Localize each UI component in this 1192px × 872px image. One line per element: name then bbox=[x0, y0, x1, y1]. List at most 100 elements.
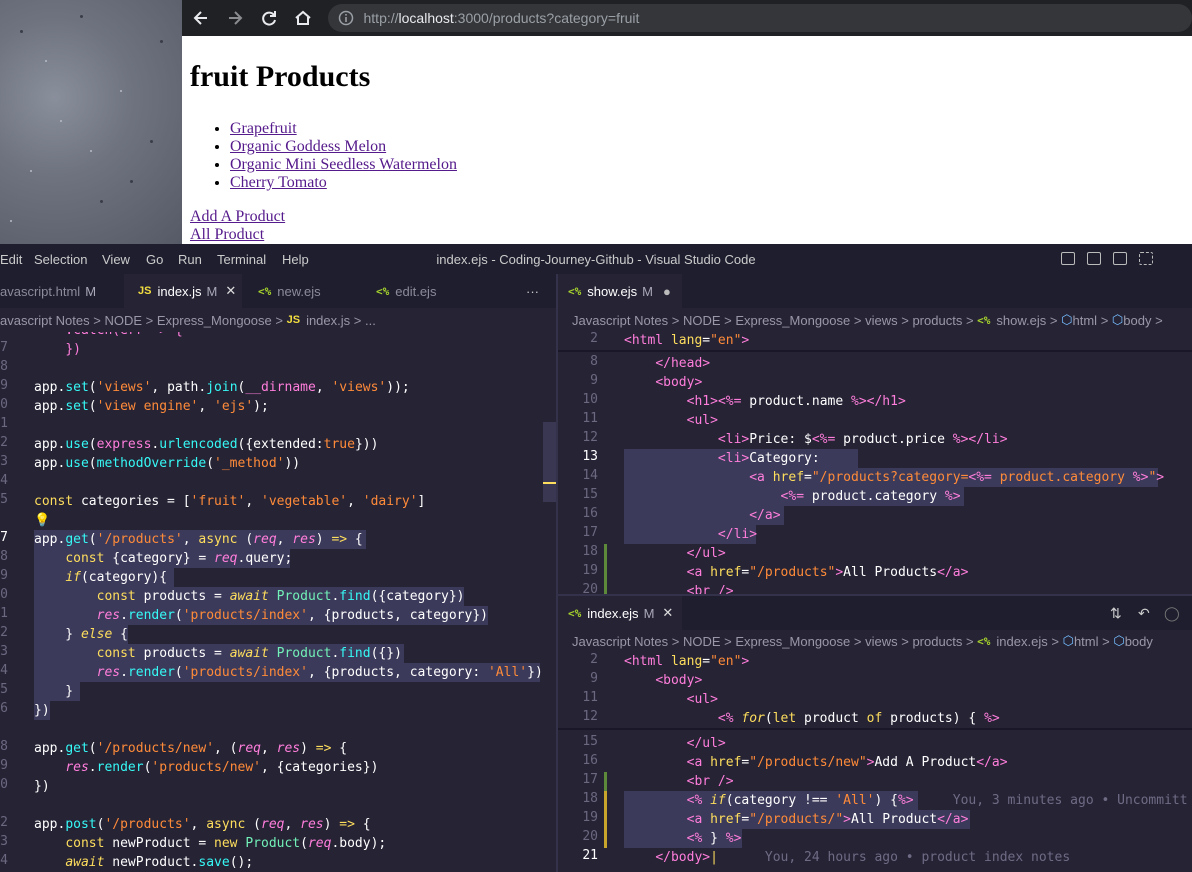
modified-badge: M bbox=[642, 283, 653, 299]
line-number: 0 bbox=[0, 587, 8, 602]
all-product-link[interactable]: All Product bbox=[190, 226, 457, 244]
line-number: 6 bbox=[0, 701, 8, 716]
unsaved-dot-icon[interactable]: ● bbox=[663, 284, 671, 299]
list-item: Grapefruit bbox=[230, 120, 457, 138]
tab-javascript-html[interactable]: avascript.html M bbox=[0, 274, 124, 308]
breadcrumb-item[interactable]: products bbox=[912, 313, 962, 328]
next-change-icon[interactable]: ◯ bbox=[1164, 596, 1180, 630]
breadcrumb: Javascript Notes > NODE > Express_Mongoo… bbox=[572, 309, 1192, 331]
product-link[interactable]: Cherry Tomato bbox=[230, 174, 327, 191]
line-number: 9 bbox=[590, 671, 598, 686]
page-content: fruit Products Grapefruit Organic Goddes… bbox=[190, 36, 457, 244]
add-product-link[interactable]: Add A Product bbox=[190, 208, 457, 226]
line-number: 18 bbox=[582, 544, 598, 559]
line-number: 18 bbox=[582, 791, 598, 806]
breadcrumb-item[interactable]: products bbox=[912, 634, 962, 649]
back-button[interactable] bbox=[186, 3, 216, 33]
toggle-sidebar-icon[interactable] bbox=[1061, 252, 1075, 265]
tab-new-ejs[interactable]: <% new.ejs bbox=[244, 274, 362, 308]
breadcrumb-item[interactable]: views bbox=[865, 634, 898, 649]
product-link[interactable]: Organic Goddess Melon bbox=[230, 138, 386, 155]
line-number: 8 bbox=[0, 739, 8, 754]
right-bottom-code-editor[interactable]: 2 9 11 12 15 16 17 18 19 20 21 <html lan… bbox=[558, 652, 1192, 872]
breadcrumb-item[interactable]: NODE bbox=[683, 634, 721, 649]
menu-run[interactable]: Run bbox=[178, 252, 202, 267]
menu-go[interactable]: Go bbox=[146, 252, 163, 267]
breadcrumb-item[interactable]: Express_Mongoose bbox=[735, 313, 850, 328]
more-actions-icon[interactable]: ··· bbox=[526, 274, 539, 308]
open-changes-icon[interactable]: ⇅ bbox=[1110, 596, 1122, 630]
previous-change-icon[interactable]: ↶ bbox=[1138, 596, 1150, 630]
breadcrumb-item[interactable]: html bbox=[1074, 634, 1099, 649]
line-number: 21 bbox=[582, 848, 598, 863]
product-link[interactable]: Grapefruit bbox=[230, 120, 297, 137]
right-top-code-editor[interactable]: 2 8 9 10 11 12 13 14 15 16 17 18 19 20 <… bbox=[558, 332, 1192, 594]
tab-edit-ejs[interactable]: <% edit.ejs bbox=[362, 274, 480, 308]
close-icon[interactable]: ✕ bbox=[225, 283, 236, 299]
breadcrumb-item[interactable]: Express_Mongoose bbox=[157, 313, 272, 328]
tab-index-ejs[interactable]: <% index.ejs M ✕ bbox=[558, 596, 682, 630]
address-bar[interactable]: http://localhost:3000/products?category=… bbox=[327, 4, 1192, 32]
menu-help[interactable]: Help bbox=[282, 252, 309, 267]
scrollbar[interactable] bbox=[543, 422, 556, 502]
close-icon[interactable]: ✕ bbox=[662, 605, 673, 621]
reload-icon bbox=[261, 11, 276, 26]
tab-show-ejs[interactable]: <% show.ejs M ● bbox=[558, 274, 682, 308]
line-number: 4 bbox=[0, 473, 8, 488]
line-number: 16 bbox=[582, 753, 598, 768]
list-item: Organic Mini Seedless Watermelon bbox=[230, 156, 457, 174]
line-number: 3 bbox=[0, 834, 8, 849]
line-number: 17 bbox=[582, 525, 598, 540]
line-number: 17 bbox=[582, 772, 598, 787]
url-scheme: http:// bbox=[363, 10, 399, 26]
breadcrumb-item[interactable]: avascript Notes bbox=[0, 313, 90, 328]
forward-button[interactable] bbox=[220, 3, 250, 33]
customize-layout-icon[interactable] bbox=[1139, 252, 1153, 265]
breadcrumb-item[interactable]: index.js bbox=[306, 313, 350, 328]
line-number: 7 bbox=[0, 340, 8, 355]
line-number: 12 bbox=[582, 430, 598, 445]
menu-selection[interactable]: Selection bbox=[34, 252, 87, 267]
breadcrumb-item[interactable]: Javascript Notes bbox=[572, 313, 668, 328]
right-bottom-tab-bar: <% index.ejs M ✕ ⇅ ↶ ◯ bbox=[558, 596, 1192, 630]
breadcrumb-separator: > bbox=[853, 312, 862, 328]
line-number: 3 bbox=[0, 454, 8, 469]
breadcrumb-item[interactable]: NODE bbox=[104, 313, 142, 328]
toggle-panel-icon[interactable] bbox=[1087, 252, 1101, 265]
toggle-secondary-sidebar-icon[interactable] bbox=[1113, 252, 1127, 265]
breadcrumb-item[interactable]: views bbox=[865, 313, 898, 328]
line-number: 0 bbox=[0, 397, 8, 412]
breadcrumb-separator: > bbox=[671, 633, 680, 649]
breadcrumb-item[interactable]: body bbox=[1123, 313, 1151, 328]
tab-index-js[interactable]: JS index.js M ✕ bbox=[124, 274, 242, 308]
tab-label: avascript.html bbox=[0, 283, 81, 299]
breadcrumb-item[interactable]: Javascript Notes bbox=[572, 634, 668, 649]
line-number: 7 bbox=[0, 530, 8, 545]
line-number: 12 bbox=[582, 709, 598, 724]
breadcrumb-item[interactable]: body bbox=[1125, 634, 1153, 649]
line-number: 2 bbox=[0, 625, 8, 640]
breadcrumb-separator: > bbox=[93, 312, 101, 328]
home-button[interactable] bbox=[288, 3, 318, 33]
line-number: 14 bbox=[582, 468, 598, 483]
page-title: fruit Products bbox=[190, 60, 371, 93]
menu-edit[interactable]: Edit bbox=[0, 252, 22, 267]
breadcrumb-item[interactable]: index.ejs bbox=[996, 634, 1047, 649]
left-code-editor[interactable]: 7 8 9 0 1 2 3 4 5 7 8 9 0 1 2 3 4 5 6 8 … bbox=[0, 332, 556, 872]
breadcrumb-item[interactable]: ... bbox=[365, 313, 376, 328]
cube-icon: ⬡ bbox=[1062, 633, 1074, 648]
breadcrumb-separator: > bbox=[1049, 312, 1058, 328]
breadcrumb-item[interactable]: NODE bbox=[683, 313, 721, 328]
line-number: 20 bbox=[582, 582, 598, 594]
menu-terminal[interactable]: Terminal bbox=[217, 252, 266, 267]
breadcrumb-item[interactable]: html bbox=[1073, 313, 1098, 328]
desktop-wallpaper bbox=[0, 0, 182, 244]
reload-button[interactable] bbox=[254, 3, 284, 33]
breadcrumb-item[interactable]: show.ejs bbox=[996, 313, 1046, 328]
cube-icon: ⬡ bbox=[1111, 312, 1124, 327]
line-number: 5 bbox=[0, 492, 8, 507]
menu-view[interactable]: View bbox=[102, 252, 130, 267]
product-link[interactable]: Organic Mini Seedless Watermelon bbox=[230, 156, 457, 173]
tab-label: index.js bbox=[157, 283, 202, 299]
breadcrumb-item[interactable]: Express_Mongoose bbox=[735, 634, 850, 649]
